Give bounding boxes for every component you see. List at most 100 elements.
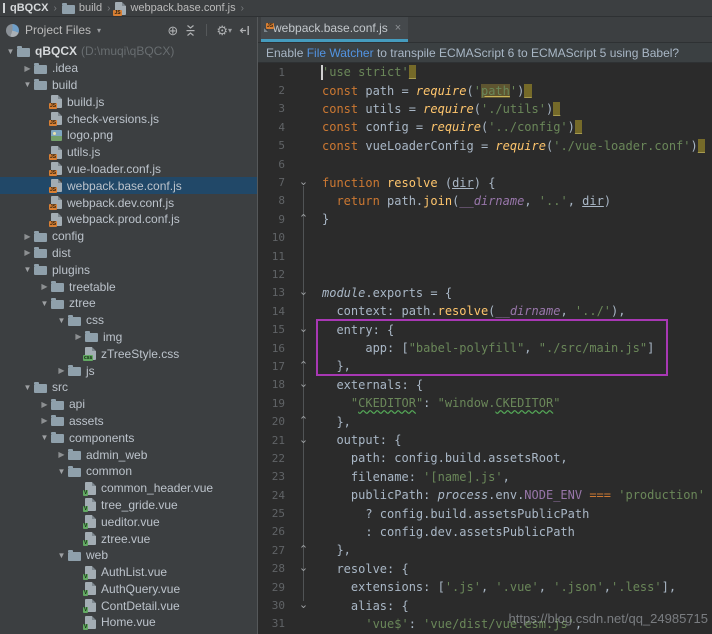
line-number: 11 — [258, 250, 285, 263]
collapsed-arrow-icon[interactable]: ▶ — [38, 282, 51, 291]
code-editor[interactable]: 1'use strict'_2const path = require('pat… — [258, 63, 712, 634]
collapsed-arrow-icon[interactable]: ▶ — [55, 450, 68, 459]
collapsed-arrow-icon[interactable]: ▶ — [21, 64, 34, 73]
tree-item-contdetail-vue[interactable]: VContDetail.vue — [0, 597, 257, 614]
breadcrumb-item-qbqcx[interactable]: qBQCX — [10, 2, 49, 14]
tree-item-common-header-vue[interactable]: Vcommon_header.vue — [0, 480, 257, 497]
tree-item-ueditor-vue[interactable]: Vueditor.vue — [0, 513, 257, 530]
tree-item-check-versions-js[interactable]: JScheck-versions.js — [0, 110, 257, 127]
fold-toggle-icon[interactable]: ⌄ — [285, 287, 322, 298]
tree-item--idea[interactable]: ▶ .idea — [0, 60, 257, 77]
text-caret — [321, 65, 323, 80]
fold-toggle-icon[interactable]: ⌄ — [285, 600, 322, 611]
tree-item-tree-gride-vue[interactable]: Vtree_gride.vue — [0, 497, 257, 514]
code-line-29: 29 extensions: ['.js', '.vue', '.json','… — [258, 578, 712, 596]
fold-toggle-icon[interactable]: ⌄ — [285, 324, 322, 335]
tree-item-components[interactable]: ▼components — [0, 429, 257, 446]
tree-item-common[interactable]: ▼common — [0, 463, 257, 480]
tree-item-home-vue[interactable]: VHome.vue — [0, 614, 257, 631]
collapse-all-icon[interactable] — [184, 24, 197, 37]
fold-toggle-icon[interactable]: ⌄ — [285, 379, 322, 390]
tree-item-src[interactable]: ▼ src — [0, 379, 257, 396]
expanded-arrow-icon[interactable]: ▼ — [4, 47, 17, 56]
tree-item-webpack-prod-conf-js[interactable]: JSwebpack.prod.conf.js — [0, 211, 257, 228]
code-line-2: 2const path = require('path')_ — [258, 81, 712, 99]
collapsed-arrow-icon[interactable]: ▶ — [38, 416, 51, 425]
expanded-arrow-icon[interactable]: ▼ — [38, 433, 51, 442]
fold-toggle-icon[interactable]: ⌄ — [285, 177, 322, 188]
tree-item-authlist-vue[interactable]: VAuthList.vue — [0, 564, 257, 581]
expanded-arrow-icon[interactable]: ▼ — [21, 265, 34, 274]
line-number: 29 — [258, 581, 285, 594]
breadcrumb-item-webpack-base-conf-js[interactable]: JSwebpack.base.conf.js — [115, 2, 235, 15]
code-text: const vueLoaderConfig = require('./vue-l… — [322, 139, 705, 153]
tree-item-dist[interactable]: ▶dist — [0, 245, 257, 262]
fold-toggle-icon[interactable]: ⌃ — [285, 214, 322, 225]
vue-file-icon: V — [85, 532, 96, 545]
tree-item-build[interactable]: ▼build — [0, 77, 257, 94]
tree-item-plugins[interactable]: ▼plugins — [0, 261, 257, 278]
chevron-down-icon[interactable]: ▾ — [97, 26, 101, 35]
collapsed-arrow-icon[interactable]: ▶ — [72, 332, 85, 341]
tree-item-web[interactable]: ▼web — [0, 547, 257, 564]
tree-item-assets[interactable]: ▶assets — [0, 413, 257, 430]
code-line-20: 20⌃ }, — [258, 412, 712, 430]
folder-icon — [17, 48, 30, 57]
tree-item-css[interactable]: ▼css — [0, 312, 257, 329]
tree-item-ztreestyle-css[interactable]: csszTreeStyle.css — [0, 345, 257, 362]
expanded-arrow-icon[interactable]: ▼ — [55, 316, 68, 325]
tree-item-qbqcx[interactable]: ▼qBQCX (D:\muqi\qBQCX) — [0, 43, 257, 60]
tree-item-config[interactable]: ▶config — [0, 228, 257, 245]
tree-item-webpack-base-conf-js[interactable]: JSwebpack.base.conf.js — [0, 177, 257, 194]
collapsed-arrow-icon[interactable]: ▶ — [21, 248, 34, 257]
project-panel-title[interactable]: Project Files — [25, 23, 91, 37]
tree-item-ztree[interactable]: ▼ztree — [0, 295, 257, 312]
line-number: 16 — [258, 342, 285, 355]
code-text: path: config.build.assetsRoot, — [322, 451, 568, 465]
tree-item-build-js[interactable]: JSbuild.js — [0, 93, 257, 110]
tree-item-admin-web[interactable]: ▶admin_web — [0, 446, 257, 463]
fold-toggle-icon[interactable]: ⌃ — [285, 361, 322, 372]
collapsed-arrow-icon[interactable]: ▶ — [38, 400, 51, 409]
line-number: 26 — [258, 525, 285, 538]
tree-item-api[interactable]: ▶api — [0, 396, 257, 413]
locate-file-icon[interactable]: ⊕ — [167, 24, 178, 37]
css-file-icon: css — [85, 347, 96, 360]
tree-item-authquery-vue[interactable]: VAuthQuery.vue — [0, 581, 257, 598]
line-number: 30 — [258, 599, 285, 612]
code-text: 'use strict'_ — [322, 65, 416, 79]
folder-icon — [34, 65, 47, 74]
tree-item-js[interactable]: ▶js — [0, 362, 257, 379]
tree-item-label: .idea — [52, 61, 78, 75]
expanded-arrow-icon[interactable]: ▼ — [21, 383, 34, 392]
tree-item-utils-js[interactable]: JSutils.js — [0, 144, 257, 161]
tree-item-webpack-dev-conf-js[interactable]: JSwebpack.dev.conf.js — [0, 194, 257, 211]
expanded-arrow-icon[interactable]: ▼ — [21, 80, 34, 89]
code-text: externals: { — [322, 378, 423, 392]
line-number: 15 — [258, 323, 285, 336]
tree-item-treetable[interactable]: ▶treetable — [0, 278, 257, 295]
tab-webpack-base-conf[interactable]: JS webpack.base.conf.js × — [261, 17, 408, 42]
collapsed-arrow-icon[interactable]: ▶ — [21, 232, 34, 241]
fold-toggle-icon[interactable]: ⌄ — [285, 435, 322, 446]
code-line-4: 4const config = require('../config')_ — [258, 118, 712, 136]
tree-item-logo-png[interactable]: logo.png — [0, 127, 257, 144]
fold-toggle-icon[interactable]: ⌄ — [285, 563, 322, 574]
collapsed-arrow-icon[interactable]: ▶ — [55, 366, 68, 375]
tree-item-ztree-vue[interactable]: Vztree.vue — [0, 530, 257, 547]
expanded-arrow-icon[interactable]: ▼ — [55, 467, 68, 476]
tree-item-vue-loader-conf-js[interactable]: JSvue-loader.conf.js — [0, 161, 257, 178]
file-watcher-link[interactable]: File Watcher — [307, 46, 374, 60]
expanded-arrow-icon[interactable]: ▼ — [55, 551, 68, 560]
fold-toggle-icon[interactable]: ⌃ — [285, 416, 322, 427]
tree-item-label: webpack.prod.conf.js — [67, 212, 180, 226]
tree-item-img[interactable]: ▶img — [0, 329, 257, 346]
gear-icon[interactable]: ⚙▾ — [216, 24, 232, 37]
tree-item-label: webpack.base.conf.js — [67, 179, 182, 193]
breadcrumb-item-build[interactable]: build — [62, 2, 102, 14]
expanded-arrow-icon[interactable]: ▼ — [38, 299, 51, 308]
hide-panel-icon[interactable] — [238, 24, 251, 37]
close-icon[interactable]: × — [395, 22, 401, 34]
fold-toggle-icon[interactable]: ⌃ — [285, 545, 322, 556]
tree-item-label: src — [52, 380, 68, 394]
